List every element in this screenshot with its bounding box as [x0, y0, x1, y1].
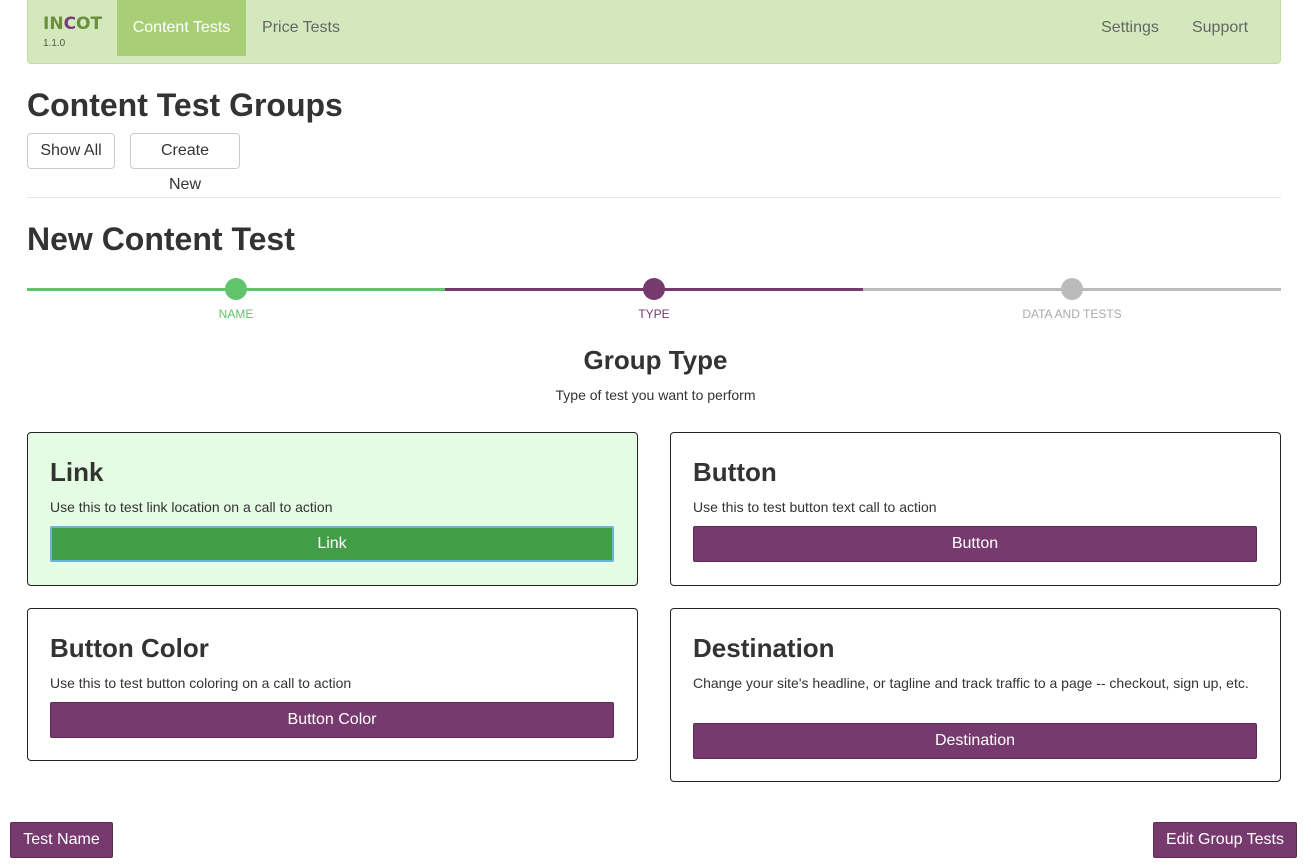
groups-heading: Content Test Groups [27, 87, 343, 123]
select-button-color-button[interactable]: Button Color [50, 702, 614, 738]
nav-content-tests[interactable]: Content Tests [117, 0, 246, 56]
create-new-button[interactable]: Create New [130, 133, 240, 193]
new-test-heading: New Content Test [27, 221, 295, 257]
step-label-type: TYPE [638, 307, 670, 321]
step-label-name: NAME [218, 307, 254, 321]
step-dot-name[interactable] [225, 278, 247, 300]
show-all-button[interactable]: Show All [27, 133, 115, 169]
brand-logo: INCOT [43, 14, 103, 34]
nav-support[interactable]: Support [1176, 0, 1264, 56]
card-description: Use this to test link location on a call… [50, 499, 333, 515]
next-step-button[interactable]: Edit Group Tests [1153, 822, 1297, 858]
card-title: Button [693, 457, 777, 487]
card-title: Link [50, 457, 104, 487]
card-description: Use this to test button text call to act… [693, 499, 937, 515]
select-button-button[interactable]: Button [693, 526, 1257, 562]
top-navbar: INCOT 1.1.0 Content Tests Price Tests Se… [27, 0, 1281, 64]
app-version: 1.1.0 [43, 38, 66, 49]
nav-price-tests[interactable]: Price Tests [246, 0, 356, 56]
type-card-button-color: Button Color Use this to test button col… [27, 608, 638, 761]
section-divider [27, 197, 1281, 198]
type-card-link: Link Use this to test link location on a… [27, 432, 638, 586]
previous-step-button[interactable]: Test Name [10, 822, 113, 858]
nav-settings[interactable]: Settings [1086, 0, 1174, 56]
select-destination-button[interactable]: Destination [693, 723, 1257, 759]
brand[interactable]: INCOT 1.1.0 [43, 14, 113, 54]
card-title: Button Color [50, 633, 209, 663]
card-description: Use this to test button coloring on a ca… [50, 675, 352, 691]
group-type-heading: Group Type [583, 345, 728, 375]
card-description: Change your site's headline, or tagline … [693, 675, 1249, 691]
step-dot-data[interactable] [1061, 278, 1083, 300]
card-title: Destination [693, 633, 835, 663]
type-card-button: Button Use this to test button text call… [670, 432, 1281, 586]
group-type-subtitle: Type of test you want to perform [555, 387, 756, 403]
step-label-data: DATA AND TESTS [1022, 307, 1122, 321]
step-dot-type[interactable] [643, 278, 665, 300]
select-link-button[interactable]: Link [50, 526, 614, 562]
type-card-destination: Destination Change your site's headline,… [670, 608, 1281, 782]
